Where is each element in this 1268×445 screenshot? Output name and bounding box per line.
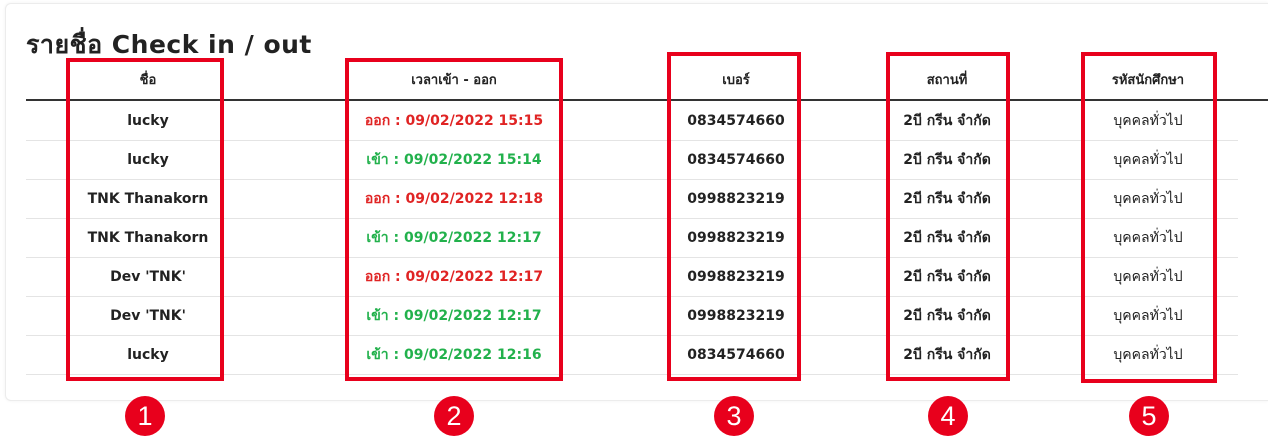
annotation-badge-1: 1 bbox=[125, 396, 165, 436]
highlight-box-1 bbox=[66, 58, 224, 381]
highlight-box-3 bbox=[667, 52, 801, 381]
annotation-badge-3: 3 bbox=[714, 396, 754, 436]
annotation-badge-4: 4 bbox=[928, 396, 968, 436]
annotation-badge-5: 5 bbox=[1129, 396, 1169, 436]
highlight-box-2 bbox=[345, 58, 563, 381]
highlight-box-4 bbox=[886, 52, 1010, 381]
highlight-box-5 bbox=[1081, 52, 1217, 383]
page-title: รายชื่อ Check in / out bbox=[26, 30, 312, 59]
annotation-badge-2: 2 bbox=[434, 396, 474, 436]
